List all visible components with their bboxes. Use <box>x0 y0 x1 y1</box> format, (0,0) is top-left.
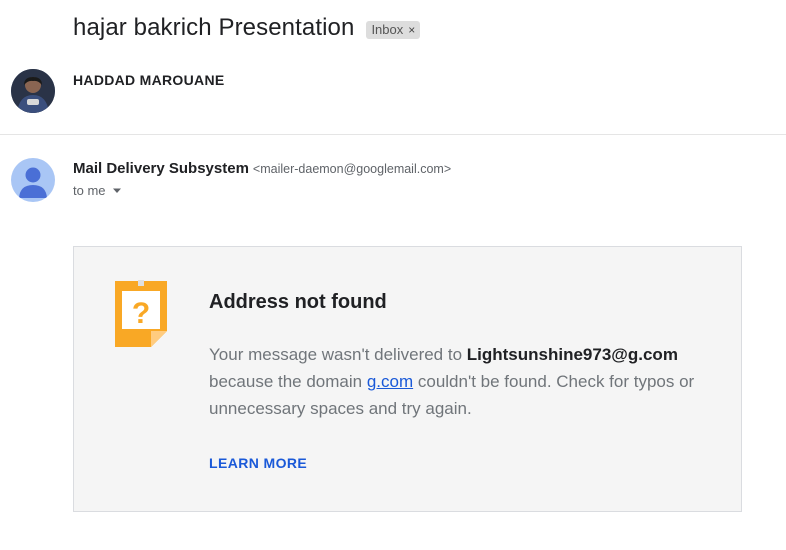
default-avatar[interactable] <box>11 158 55 202</box>
email-subject: hajar bakrich Presentation <box>73 14 355 41</box>
question-mark-warning-icon: ? <box>115 280 167 347</box>
avatar[interactable] <box>11 69 55 113</box>
person-icon <box>19 167 47 198</box>
bounce-title: Address not found <box>209 291 387 313</box>
bounce-message: Your message wasn't delivered to Lightsu… <box>209 341 729 422</box>
chevron-down-icon[interactable] <box>112 188 122 194</box>
recipient-text: to me <box>73 183 106 198</box>
message-divider <box>0 134 786 135</box>
bounce-body-prefix: Your message wasn't delivered to <box>209 345 467 364</box>
inbox-label-chip[interactable]: Inbox × <box>366 20 421 39</box>
svg-text:?: ? <box>132 297 150 330</box>
domain-link[interactable]: g.com <box>367 372 413 391</box>
bounce-body-mid: because the domain <box>209 372 367 391</box>
sender-name[interactable]: Mail Delivery Subsystem <box>73 160 249 177</box>
recipient-details-toggle[interactable]: to me <box>73 183 122 198</box>
label-chip-text: Inbox <box>371 21 404 37</box>
subject-row: hajar bakrich Presentation Inbox × <box>73 14 421 42</box>
delivery-failure-card: ? Address not found Your message wasn't … <box>73 246 742 512</box>
sender-email: <mailer-daemon@googlemail.com> <box>252 162 452 176</box>
learn-more-link[interactable]: LEARN MORE <box>209 455 307 471</box>
failed-recipient-address: Lightsunshine973@g.com <box>466 345 678 364</box>
person-photo-icon <box>11 69 55 113</box>
remove-label-icon[interactable]: × <box>408 23 415 37</box>
sender-row: Mail Delivery Subsystem <mailer-daemon@g… <box>73 160 451 177</box>
thread-sender-name[interactable]: HADDAD MAROUANE <box>73 72 225 88</box>
